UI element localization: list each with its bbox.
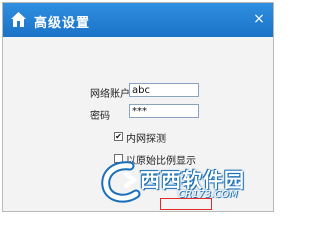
account-input[interactable] [129,83,199,97]
password-label: 密码 [90,111,110,122]
password-input[interactable] [129,104,199,118]
account-label: 网络账户 [90,89,130,100]
home-icon [11,12,26,27]
close-button[interactable]: × [249,11,269,28]
title-bar[interactable]: 高级设置 × [3,3,273,37]
dialog-title: 高级设置 [34,16,91,31]
highlight-box [160,198,212,210]
probe-checkbox[interactable]: ✔ [114,132,123,141]
close-icon: × [253,11,265,27]
probe-checkbox-label: 内网探测 [126,134,166,145]
